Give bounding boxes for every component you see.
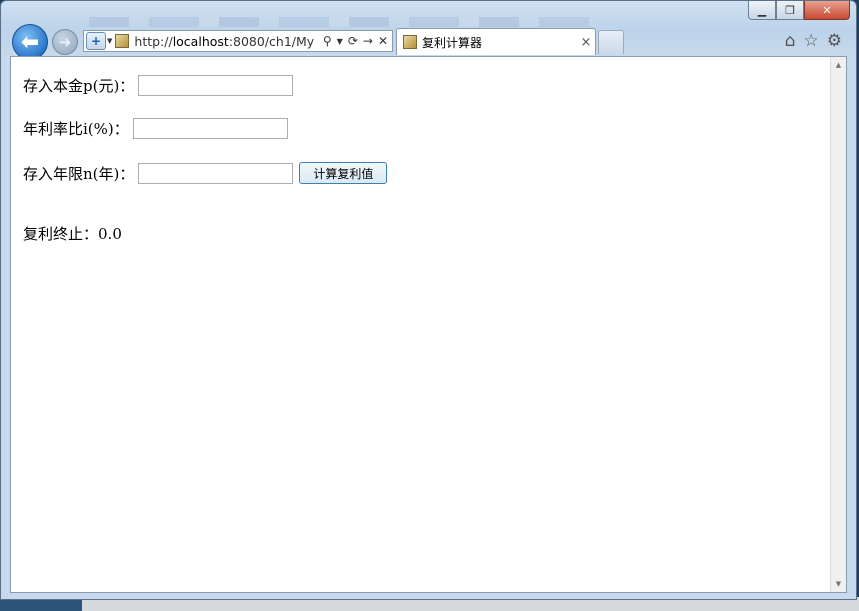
result-label: 复利终止： [23, 225, 99, 243]
principal-input[interactable] [138, 75, 294, 96]
url-host: localhost [172, 33, 229, 49]
background-title-strip [89, 17, 589, 27]
close-window-button[interactable]: ✕ [804, 1, 850, 20]
years-input[interactable] [138, 162, 294, 184]
chevron-down-icon[interactable]: ▼ [107, 37, 112, 45]
result-value: 0.0 [98, 225, 122, 243]
forward-button[interactable]: ➜ [52, 29, 78, 55]
result-line: 复利终止：0.0 [23, 223, 122, 244]
address-tools: ⚲ ▼ ⟳ → ✕ [319, 34, 392, 48]
maximize-button[interactable]: ❐ [776, 1, 804, 20]
url-rest: :8080/ch1/My [228, 33, 315, 49]
rate-input[interactable] [132, 118, 288, 139]
url-prefix: http:// [134, 33, 173, 49]
forward-arrow-icon: ➜ [58, 33, 72, 51]
back-button[interactable]: ⬅ [12, 24, 48, 60]
tab-favicon [403, 35, 417, 49]
window-caption-buttons: ▁ ❐ ✕ [748, 1, 850, 20]
calculate-button[interactable]: 计算复利值 [299, 162, 388, 184]
page-favicon [115, 34, 130, 48]
back-arrow-icon: ⬅ [20, 29, 40, 55]
tab-close-icon[interactable]: × [577, 35, 595, 50]
close-icon[interactable]: ✕ [378, 34, 388, 48]
go-arrow-icon[interactable]: → [363, 34, 373, 48]
gear-icon[interactable]: ⚙ [827, 31, 842, 51]
principal-label: 存入本金p(元)： [23, 77, 135, 95]
url-text[interactable]: http://localhost:8080/ch1/My [134, 34, 318, 49]
star-icon[interactable]: ☆ [804, 31, 819, 51]
browser-window: ▁ ❐ ✕ ⬅ ➜ + ▼ http://localhost:8080/ch1/… [0, 0, 857, 600]
vertical-scrollbar[interactable]: ▲ ▼ [830, 57, 846, 592]
rate-row: 年利率比i(%)： [23, 118, 288, 139]
scroll-up-icon[interactable]: ▲ [831, 57, 846, 73]
browser-command-icons: ⌂ ☆ ⚙ [785, 31, 842, 51]
scroll-down-icon[interactable]: ▼ [831, 576, 846, 592]
years-label: 存入年限n(年)： [23, 164, 135, 183]
compatibility-icon[interactable]: + [86, 32, 106, 50]
new-tab-button[interactable] [598, 30, 624, 54]
chevron-down-icon[interactable]: ▼ [337, 37, 343, 46]
refresh-icon[interactable]: ⟳ [348, 34, 358, 48]
search-icon[interactable]: ⚲ [323, 34, 332, 48]
rate-label: 年利率比i(%)： [23, 120, 129, 138]
years-row: 存入年限n(年)： 计算复利值 [23, 162, 388, 184]
address-bar[interactable]: + ▼ http://localhost:8080/ch1/My ⚲ ▼ ⟳ →… [83, 30, 393, 52]
tab-active[interactable]: 复利计算器 × [396, 28, 596, 55]
page-viewport: 存入本金p(元)： 年利率比i(%)： 存入年限n(年)： 计算复利值 复利终止… [10, 56, 847, 593]
minimize-button[interactable]: ▁ [748, 1, 776, 20]
principal-row: 存入本金p(元)： [23, 75, 294, 96]
home-icon[interactable]: ⌂ [785, 31, 796, 51]
tab-title: 复利计算器 [422, 35, 483, 50]
